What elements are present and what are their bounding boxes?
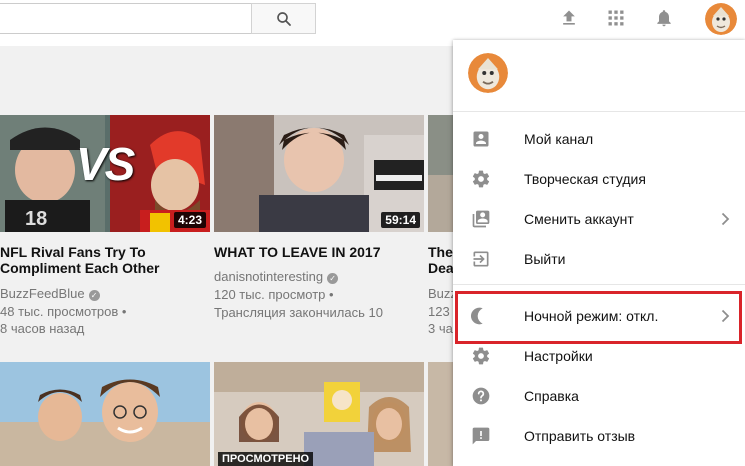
- upload-age: 8 часов назад: [0, 321, 85, 336]
- video-thumbnail[interactable]: ПРОСМОТРЕНО: [214, 362, 424, 466]
- thumbnail-image: [0, 362, 210, 466]
- video-duration: 59:14: [381, 212, 420, 228]
- view-count: 48 тыс. просмотров •: [0, 304, 127, 319]
- menu-item-send-feedback[interactable]: Отправить отзыв: [453, 416, 745, 456]
- menu-item-switch-account[interactable]: Сменить аккаунт: [453, 199, 745, 239]
- video-title-line2[interactable]: Dea: [428, 260, 454, 276]
- channel-line: danisnotinteresting ✓: [214, 268, 339, 285]
- upload-button[interactable]: [557, 6, 581, 30]
- menu-item-settings[interactable]: Настройки: [453, 336, 745, 376]
- menu-item-creator-studio[interactable]: Творческая студия: [453, 159, 745, 199]
- moon-icon: [469, 304, 493, 328]
- verified-icon: ✓: [327, 273, 339, 284]
- menu-item-label: Ночной режим: откл.: [524, 308, 659, 324]
- verified-icon: ✓: [88, 290, 100, 301]
- feedback-icon: [469, 424, 493, 448]
- menu-divider: [453, 284, 745, 285]
- account-box-icon: [469, 127, 493, 151]
- thumbnail-overlay-text: VS: [76, 138, 135, 190]
- menu-item-label: Творческая студия: [524, 171, 646, 187]
- menu-item-label: Отправить отзыв: [524, 428, 636, 444]
- account-menu: Мой канал Творческая студия Сменить акка…: [453, 40, 745, 466]
- help-icon: [469, 384, 493, 408]
- video-duration: 4:23: [173, 212, 206, 228]
- avatar-image: [468, 53, 508, 93]
- gear-icon: [469, 167, 493, 191]
- video-thumbnail[interactable]: [0, 362, 210, 466]
- upload-icon: [563, 10, 575, 25]
- menu-item-my-channel[interactable]: Мой канал: [453, 119, 745, 159]
- video-thumbnail[interactable]: 59:14: [214, 115, 424, 232]
- channel-name[interactable]: BuzzFeedBlue: [0, 286, 85, 301]
- switch-account-icon: [469, 207, 493, 231]
- avatar-image: [705, 3, 737, 35]
- apps-icon: [608, 10, 624, 26]
- video-title-line1[interactable]: The: [428, 244, 453, 260]
- view-count: 123: [428, 304, 450, 319]
- search-icon: [276, 11, 291, 26]
- stream-status: Трансляция закончилась 10: [214, 305, 383, 320]
- video-title[interactable]: WHAT TO LEAVE IN 2017: [214, 244, 419, 260]
- account-menu-header: [453, 40, 745, 112]
- apps-button[interactable]: [604, 6, 628, 30]
- svg-text:18: 18: [25, 208, 47, 230]
- chevron-right-icon: [719, 211, 731, 227]
- menu-item-label: Справка: [524, 388, 579, 404]
- sign-out-icon: [469, 247, 493, 271]
- channel-name[interactable]: danisnotinteresting: [214, 269, 323, 284]
- notifications-icon: [657, 10, 671, 27]
- thumbnail-image: [214, 362, 424, 466]
- notifications-button[interactable]: [652, 6, 676, 30]
- watched-badge: ПРОСМОТРЕНО: [218, 452, 314, 466]
- gear-icon: [469, 344, 493, 368]
- account-avatar[interactable]: [468, 53, 508, 93]
- menu-item-label: Сменить аккаунт: [524, 211, 634, 227]
- video-thumbnail[interactable]: 18 VS 4:23: [0, 115, 210, 232]
- view-count: 120 тыс. просмотр •: [214, 287, 334, 302]
- menu-item-sign-out[interactable]: Выйти: [453, 239, 745, 279]
- video-title[interactable]: NFL Rival Fans Try To Compliment Each Ot…: [0, 244, 205, 276]
- menu-item-label: Выйти: [524, 251, 566, 267]
- search-button[interactable]: [251, 3, 316, 34]
- menu-item-label: Настройки: [524, 348, 593, 364]
- chevron-right-icon: [719, 308, 731, 324]
- upload-age: 3 ча: [428, 321, 453, 336]
- avatar[interactable]: [705, 3, 737, 35]
- menu-item-night-mode[interactable]: Ночной режим: откл.: [453, 296, 745, 336]
- menu-item-label: Мой канал: [524, 131, 594, 147]
- menu-item-help[interactable]: Справка: [453, 376, 745, 416]
- channel-line: BuzzFeedBlue ✓: [0, 285, 100, 302]
- search-input[interactable]: [0, 3, 252, 34]
